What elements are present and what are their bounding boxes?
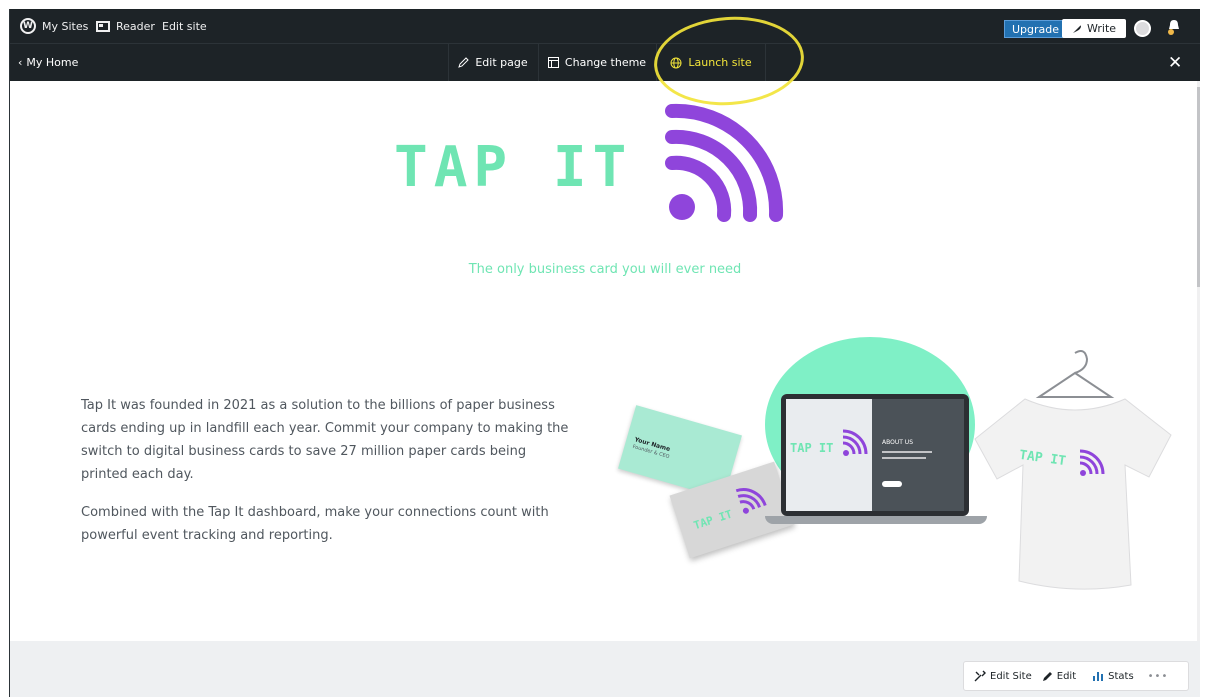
reader-icon: [96, 20, 110, 32]
reader-link[interactable]: Reader: [96, 9, 155, 43]
launch-site-button[interactable]: Launch site: [656, 44, 766, 81]
about-paragraph-1: Tap It was founded in 2021 as a solution…: [81, 398, 569, 482]
floating-site-toolbar: Edit Site Edit Stats •••: [963, 661, 1189, 691]
wordpress-logo-icon: W: [20, 18, 36, 34]
pencil-icon: [1042, 671, 1052, 681]
card-logo-text: TAP IT: [692, 507, 734, 533]
edit-site-float-button[interactable]: Edit Site: [974, 670, 1032, 682]
globe-icon: [670, 57, 682, 68]
write-button[interactable]: Write: [1062, 19, 1127, 38]
card-wifi-icon: [735, 488, 767, 514]
my-home-link[interactable]: ‹ My Home: [18, 44, 78, 81]
layout-icon: [547, 57, 559, 68]
change-theme-label: Change theme: [564, 56, 647, 69]
site-preview-toolbar: ‹ My Home Edit page Change theme Launch: [10, 43, 1200, 81]
user-avatar[interactable]: [1134, 20, 1151, 37]
edit-site-label: Edit site: [162, 19, 207, 33]
product-mockup-image: Your Name Founder & CEO TAP IT TAP IT AB…: [605, 329, 1185, 599]
about-paragraph-2: Combined with the Tap It dashboard, make…: [81, 505, 549, 543]
admin-bar: W My Sites Reader Edit site Upgrade Writ…: [10, 9, 1200, 43]
bar-chart-icon: [1093, 672, 1104, 681]
stats-float-label: Stats: [1108, 670, 1134, 682]
wifi-signal-icon: [665, 103, 784, 222]
pencil-icon: [458, 57, 470, 68]
laptop-screen-left: TAP IT: [786, 399, 872, 511]
site-tagline: The only business card you will ever nee…: [468, 262, 742, 277]
edit-site-link[interactable]: Edit site: [162, 9, 207, 43]
notification-badge: [1168, 29, 1174, 35]
close-icon[interactable]: ✕: [1168, 44, 1182, 81]
browser-frame: W My Sites Reader Edit site Upgrade Writ…: [9, 9, 1200, 697]
feather-pen-icon: [1073, 25, 1081, 33]
scrollbar-thumb[interactable]: [1197, 87, 1200, 287]
edit-page-label: Edit page: [475, 56, 528, 69]
my-home-label: My Home: [26, 56, 79, 69]
my-sites-link[interactable]: W My Sites: [20, 9, 88, 43]
upgrade-button[interactable]: Upgrade: [1004, 20, 1068, 38]
site-logo-text: TAP IT: [394, 135, 633, 200]
reader-label: Reader: [116, 19, 155, 33]
tools-icon: [974, 670, 986, 682]
laptop-heading: ABOUT US: [882, 439, 914, 446]
more-options-icon[interactable]: •••: [1148, 671, 1169, 682]
write-label: Write: [1087, 22, 1117, 35]
edit-page-button[interactable]: Edit page: [448, 44, 537, 81]
chevron-left-icon: ‹: [18, 56, 23, 69]
laptop-logo-text: TAP IT: [790, 441, 834, 455]
launch-site-label: Launch site: [688, 56, 752, 69]
t-shirt-image: [974, 350, 1172, 590]
shirt-wifi-icon: [1079, 449, 1105, 476]
change-theme-button[interactable]: Change theme: [538, 44, 655, 81]
edit-site-float-label: Edit Site: [990, 670, 1032, 682]
laptop-wifi-icon: [842, 429, 868, 456]
my-sites-label: My Sites: [42, 19, 89, 33]
edit-float-button[interactable]: Edit: [1042, 671, 1076, 682]
edit-float-label: Edit: [1056, 670, 1077, 682]
stats-float-button[interactable]: Stats: [1092, 670, 1134, 682]
